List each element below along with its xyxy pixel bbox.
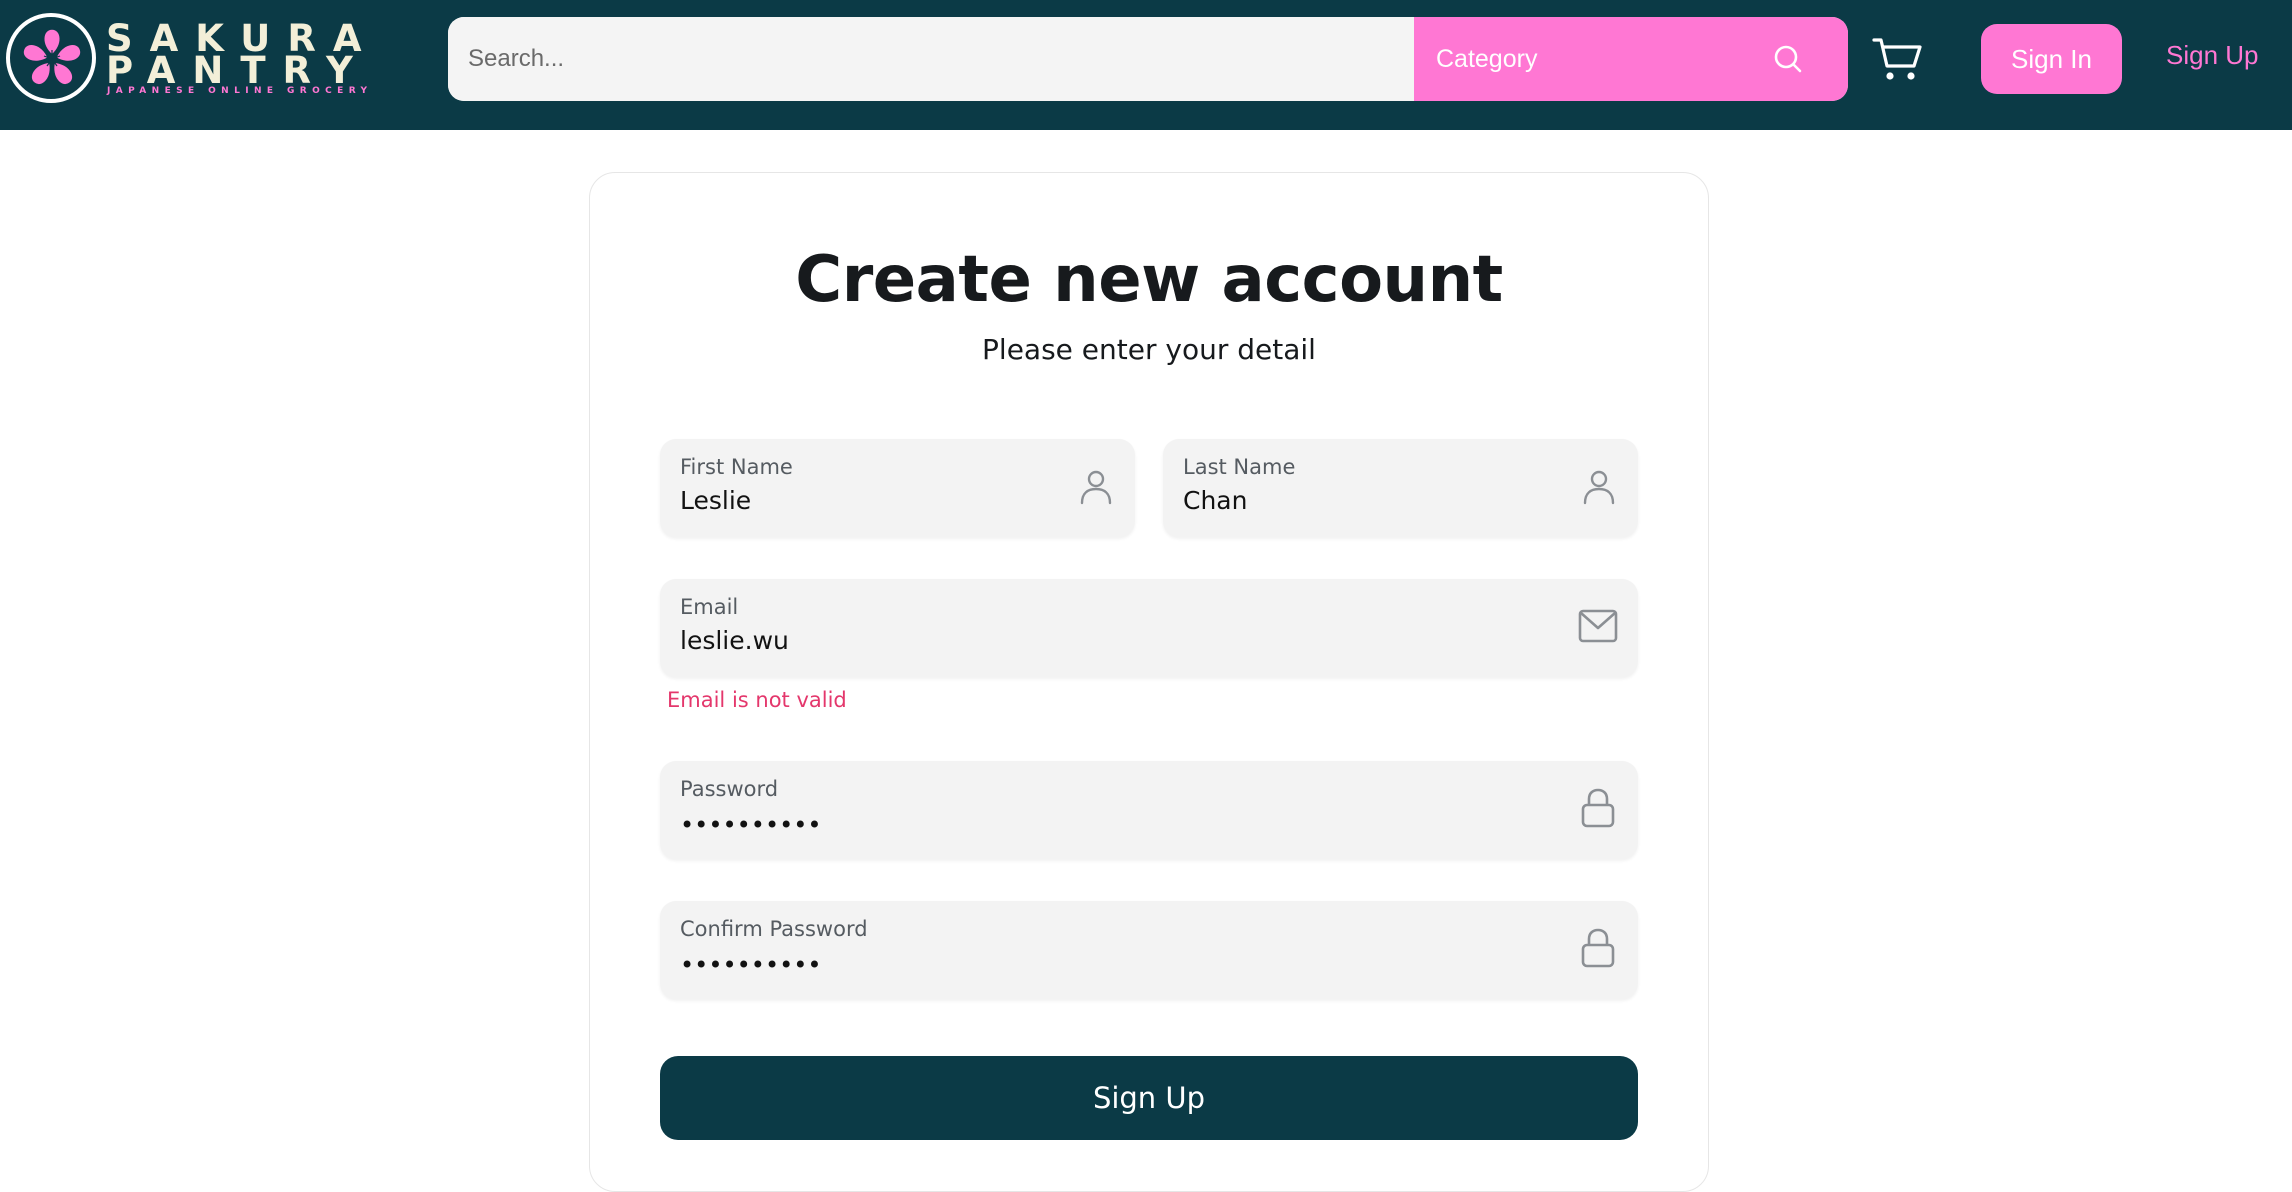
search-input[interactable] (448, 17, 1414, 101)
last-name-input[interactable]: Chan (1183, 486, 1563, 515)
email-field[interactable]: Email leslie.wu (660, 579, 1638, 677)
signup-card: Create new account Please enter your det… (589, 172, 1709, 1192)
brand-tagline: JAPANESE ONLINE GROCERY (107, 86, 373, 96)
password-label: Password (680, 777, 779, 801)
first-name-input[interactable]: Leslie (680, 486, 1060, 515)
password-field[interactable]: Password •••••••••• (660, 761, 1638, 859)
sign-up-button[interactable]: Sign Up (660, 1056, 1638, 1140)
email-label: Email (680, 595, 739, 619)
mail-icon (1578, 609, 1618, 643)
sign-in-button[interactable]: Sign In (1981, 24, 2122, 94)
category-label: Category (1436, 45, 1538, 73)
cart-icon[interactable] (1872, 36, 1924, 82)
confirm-password-label: Confirm Password (680, 917, 868, 941)
confirm-password-field[interactable]: Confirm Password •••••••••• (660, 901, 1638, 999)
brand-logo[interactable]: SAKURA PANTRY JAPANESE ONLINE GROCERY (6, 13, 386, 105)
last-name-field[interactable]: Last Name Chan (1163, 439, 1638, 537)
search-icon[interactable] (1772, 43, 1804, 75)
lock-icon (1581, 788, 1615, 828)
first-name-field[interactable]: First Name Leslie (660, 439, 1135, 537)
user-icon (1583, 470, 1615, 505)
page-subtitle: Please enter your detail (982, 333, 1316, 366)
first-name-label: First Name (680, 455, 793, 479)
sign-up-link[interactable]: Sign Up (2166, 40, 2259, 71)
page-title: Create new account (795, 243, 1503, 317)
user-icon (1080, 470, 1112, 505)
sakura-flower-icon (6, 13, 96, 103)
top-navbar: SAKURA PANTRY JAPANESE ONLINE GROCERY Ca… (0, 0, 2292, 130)
email-input[interactable]: leslie.wu (680, 626, 1462, 655)
search-bar: Category (448, 17, 1848, 101)
last-name-label: Last Name (1183, 455, 1296, 479)
email-error-message: Email is not valid (667, 688, 847, 712)
password-input[interactable]: •••••••••• (680, 811, 822, 839)
lock-icon (1581, 928, 1615, 968)
brand-name-line2: PANTRY (106, 49, 370, 92)
confirm-password-input[interactable]: •••••••••• (680, 951, 822, 979)
